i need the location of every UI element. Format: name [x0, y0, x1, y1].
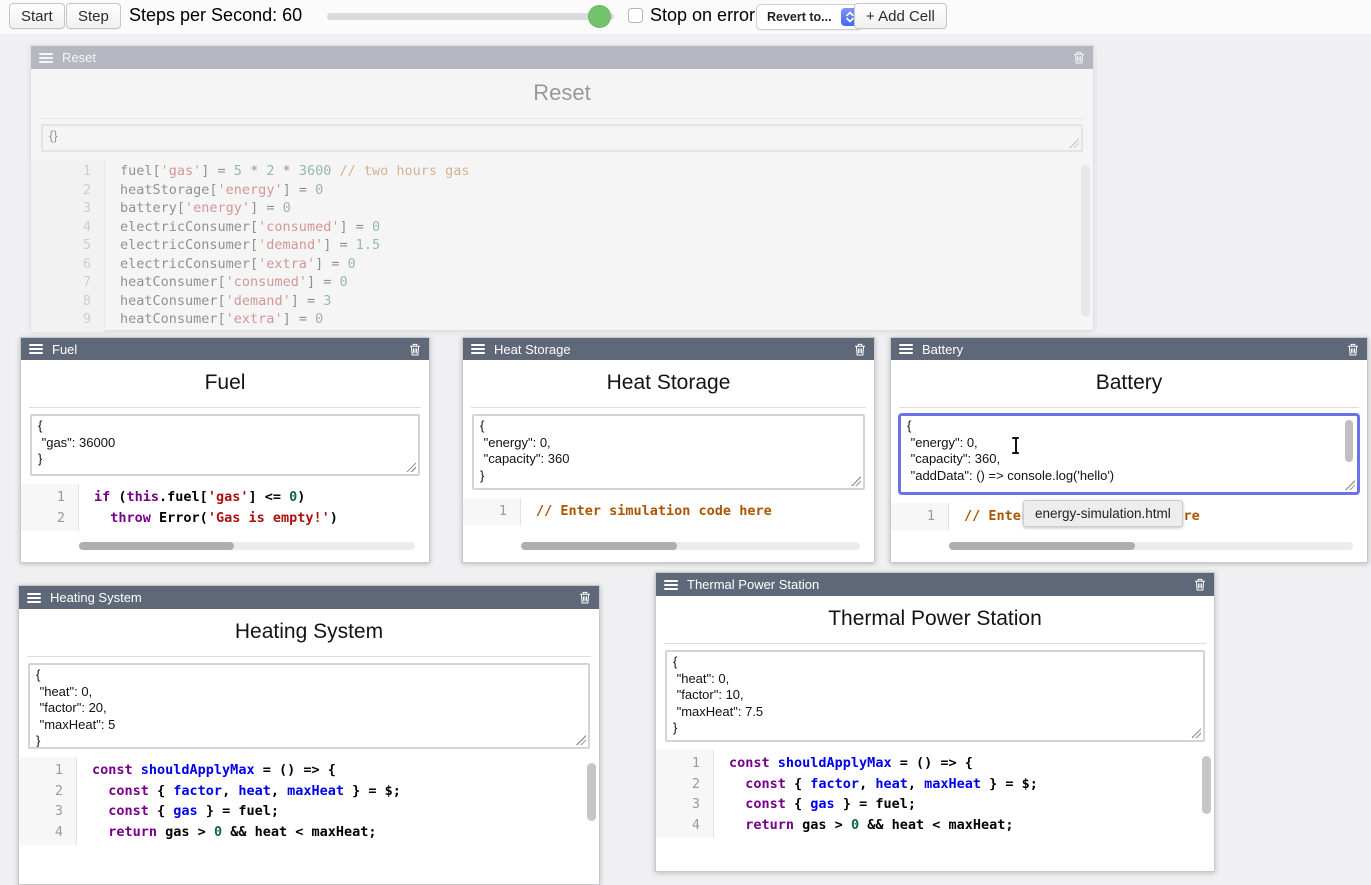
delete-cell-icon[interactable] [579, 591, 591, 604]
line-numbers: 1234 [19, 757, 77, 845]
code-editor[interactable]: 1 // Enter simulation code here [463, 498, 874, 525]
cell-header[interactable]: Heating System [19, 586, 599, 609]
steps-per-second-slider[interactable] [327, 13, 614, 20]
line-numbers: 1234 [656, 750, 714, 838]
drag-handle-icon[interactable] [664, 580, 678, 590]
vertical-scrollbar[interactable] [1202, 756, 1211, 814]
cell-header[interactable]: Fuel [21, 338, 429, 360]
delete-cell-icon[interactable] [409, 343, 421, 356]
code-editor[interactable]: 1234 const shouldApplyMax = () => { cons… [19, 757, 599, 845]
delete-cell-icon[interactable] [1347, 343, 1359, 356]
state-json-editor[interactable]: { "heat": 0, "factor": 10, "maxHeat": 7.… [665, 650, 1205, 742]
resize-handle[interactable] [576, 735, 586, 745]
cell-header-title: Thermal Power Station [687, 577, 819, 592]
divider [29, 407, 421, 408]
divider [27, 656, 591, 657]
drag-handle-icon[interactable] [27, 593, 41, 603]
state-json-value[interactable]: { "heat": 0, "factor": 20, "maxHeat": 5 … [30, 665, 588, 749]
state-json-editor[interactable]: { "gas": 36000 } [30, 414, 420, 476]
drag-handle-icon[interactable] [899, 344, 913, 354]
resize-handle[interactable] [1191, 728, 1201, 738]
state-json-editor[interactable]: { "energy": 0, "capacity": 360 } [472, 414, 865, 490]
add-cell-button[interactable]: + Add Cell [854, 3, 947, 29]
steps-per-second-label: Steps per Second: 60 [129, 5, 302, 26]
cell-header-title: Fuel [52, 342, 77, 357]
code-lines[interactable]: if (this.fuel['gas'] <= 0) throw Error('… [79, 484, 338, 531]
vertical-scrollbar[interactable] [587, 763, 596, 821]
vertical-scrollbar[interactable] [1081, 165, 1090, 317]
cell-battery: Battery Battery { "energy": 0, "capacity… [890, 337, 1368, 563]
revert-to-select-value: Revert to... [767, 10, 832, 24]
cell-header-title: Reset [62, 50, 96, 65]
text-cursor-icon [1011, 437, 1020, 454]
filename-tooltip: energy-simulation.html [1023, 500, 1183, 527]
cell-header-title: Heating System [50, 590, 142, 605]
divider [899, 407, 1359, 408]
cell-reset: Reset Reset {} 123456789 fuel['gas'] = 5… [30, 45, 1094, 331]
delete-cell-icon[interactable] [1073, 51, 1085, 64]
scrollbar-thumb[interactable] [79, 542, 234, 550]
line-numbers: 1 [891, 503, 949, 530]
delete-cell-icon[interactable] [854, 343, 866, 356]
state-json-value[interactable]: { "energy": 0, "capacity": 360 } [474, 416, 863, 486]
divider [471, 407, 866, 408]
scrollbar-thumb[interactable] [521, 542, 677, 550]
cell-fuel: Fuel Fuel { "gas": 36000 } 12 if (this.f… [20, 337, 430, 563]
horizontal-scrollbar[interactable] [521, 542, 860, 550]
cell-heating-system: Heating System Heating System { "heat": … [18, 585, 600, 885]
code-lines[interactable]: const shouldApplyMax = () => { const { f… [77, 757, 401, 845]
delete-cell-icon[interactable] [1194, 578, 1206, 591]
slider-thumb[interactable] [588, 5, 611, 28]
drag-handle-icon[interactable] [29, 344, 43, 354]
drag-handle-icon[interactable] [39, 53, 53, 63]
stop-on-error-label: Stop on error [650, 5, 755, 26]
divider [39, 118, 1085, 119]
cell-header-title: Heat Storage [494, 342, 571, 357]
cell-heat-storage: Heat Storage Heat Storage { "energy": 0,… [462, 337, 875, 563]
state-json-value[interactable]: { "energy": 0, "capacity": 360, "addData… [901, 416, 1357, 486]
vertical-scrollbar[interactable] [1345, 420, 1353, 462]
state-json-editor-focused[interactable]: { "energy": 0, "capacity": 360, "addData… [898, 413, 1360, 495]
revert-to-select[interactable]: Revert to... [756, 4, 862, 30]
horizontal-scrollbar[interactable] [79, 542, 415, 550]
cell-title: Battery [891, 360, 1367, 407]
cell-header[interactable]: Thermal Power Station [656, 573, 1214, 596]
code-editor[interactable]: 1234 const shouldApplyMax = () => { cons… [656, 750, 1214, 838]
step-button[interactable]: Step [66, 3, 121, 29]
cell-title: Reset [31, 69, 1093, 118]
stop-on-error-checkbox[interactable] [628, 8, 643, 23]
state-json-editor[interactable]: {} [41, 124, 1083, 152]
state-json-editor[interactable]: { "heat": 0, "factor": 20, "maxHeat": 5 … [28, 663, 590, 749]
resize-handle[interactable] [1069, 138, 1079, 148]
code-lines[interactable]: // Enter simulation code here [521, 498, 772, 525]
cell-header[interactable]: Heat Storage [463, 338, 874, 360]
state-json-value[interactable]: { "gas": 36000 } [32, 416, 418, 470]
line-numbers: 1 [463, 498, 521, 525]
drag-handle-icon[interactable] [471, 344, 485, 354]
resize-handle[interactable] [1345, 480, 1355, 490]
state-json-value[interactable]: { "heat": 0, "factor": 10, "maxHeat": 7.… [667, 652, 1203, 739]
line-numbers: 123456789 [31, 159, 105, 332]
code-lines[interactable]: const shouldApplyMax = () => { const { f… [714, 750, 1038, 838]
cell-title: Thermal Power Station [656, 596, 1214, 643]
cell-header-title: Battery [922, 342, 963, 357]
line-numbers: 12 [21, 484, 79, 531]
start-button[interactable]: Start [9, 3, 65, 29]
cell-header[interactable]: Reset [31, 46, 1093, 69]
code-editor[interactable]: 123456789 fuel['gas'] = 5 * 2 * 3600 // … [31, 159, 1093, 332]
cell-header[interactable]: Battery [891, 338, 1367, 360]
cell-thermal-power-station: Thermal Power Station Thermal Power Stat… [655, 572, 1215, 872]
code-lines[interactable]: fuel['gas'] = 5 * 2 * 3600 // two hours … [105, 159, 470, 332]
state-json-value[interactable]: {} [43, 126, 1081, 147]
resize-handle[interactable] [851, 476, 861, 486]
divider [664, 643, 1206, 644]
cell-title: Heat Storage [463, 360, 874, 407]
horizontal-scrollbar[interactable] [949, 542, 1353, 550]
scrollbar-thumb[interactable] [949, 542, 1135, 550]
code-editor[interactable]: 12 if (this.fuel['gas'] <= 0) throw Erro… [21, 484, 429, 531]
cell-title: Heating System [19, 609, 599, 656]
cell-title: Fuel [21, 360, 429, 407]
resize-handle[interactable] [406, 462, 416, 472]
